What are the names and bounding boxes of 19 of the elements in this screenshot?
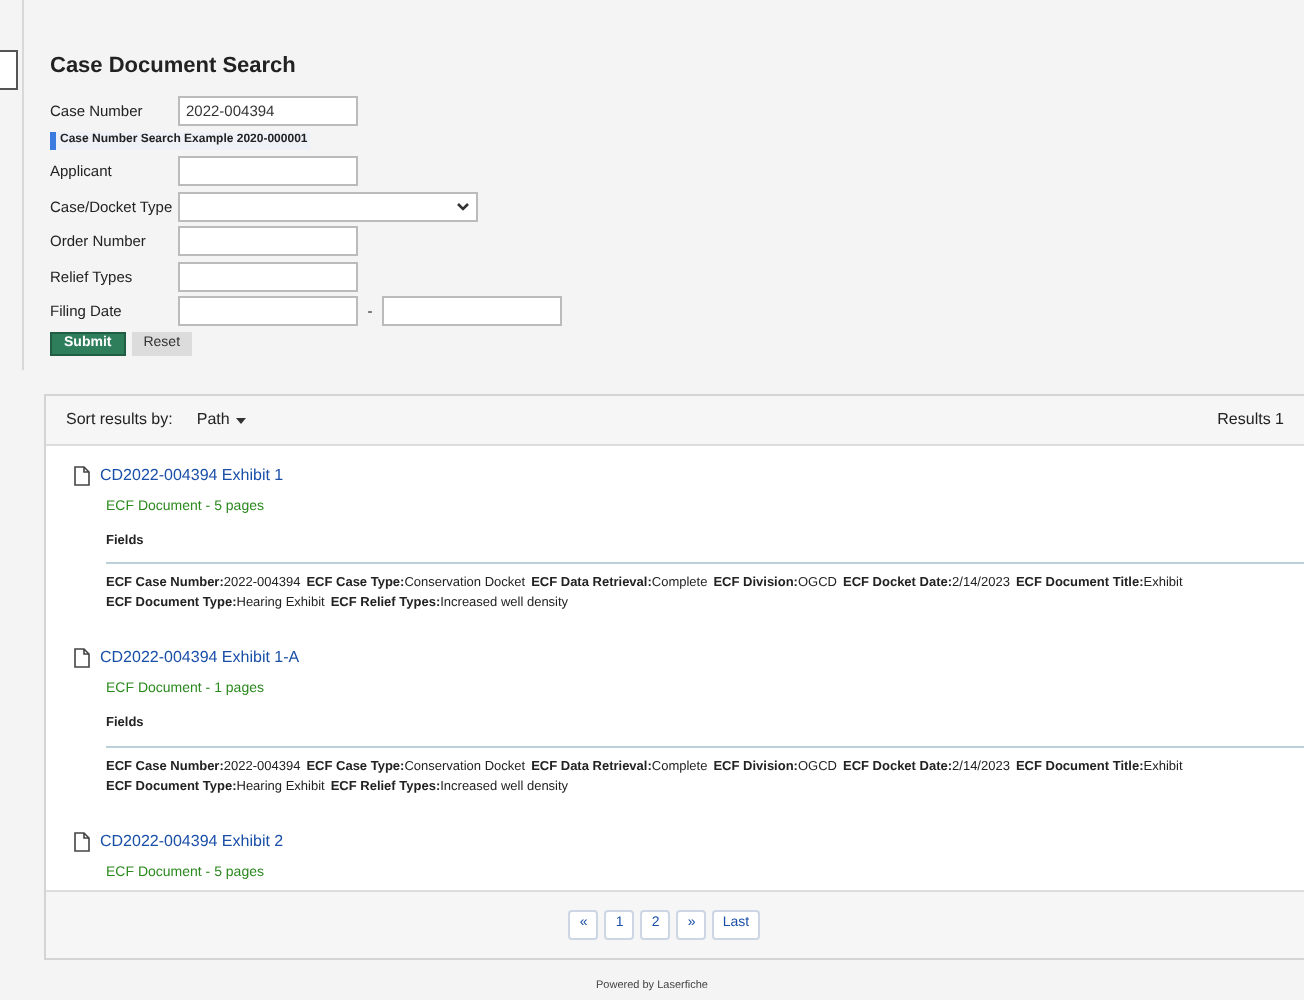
sort-label: Sort results by: [66,408,173,432]
document-icon [74,648,90,669]
form-title: Case Document Search [50,52,298,82]
result-link[interactable]: CD2022-004394 Exhibit 1 [100,464,284,488]
results-count: Results 1 [1217,408,1284,432]
dropdown-field[interactable] [178,191,478,222]
document-icon [74,831,90,851]
sort-dropdown[interactable]: Path [196,408,246,432]
result-link[interactable]: CD2022-004394 Exhibit 2 [100,829,284,853]
input-field[interactable] [178,226,358,257]
chevron-down-icon [456,201,470,212]
input-field[interactable] [178,156,358,187]
side-field[interactable] [0,50,18,90]
input-field[interactable] [178,296,358,327]
caret-icon [235,417,246,423]
document-icon [74,466,90,486]
input-field[interactable] [382,296,562,327]
input-field[interactable] [178,261,358,292]
result-link[interactable]: CD2022-004394 Exhibit 1-A [100,646,300,671]
